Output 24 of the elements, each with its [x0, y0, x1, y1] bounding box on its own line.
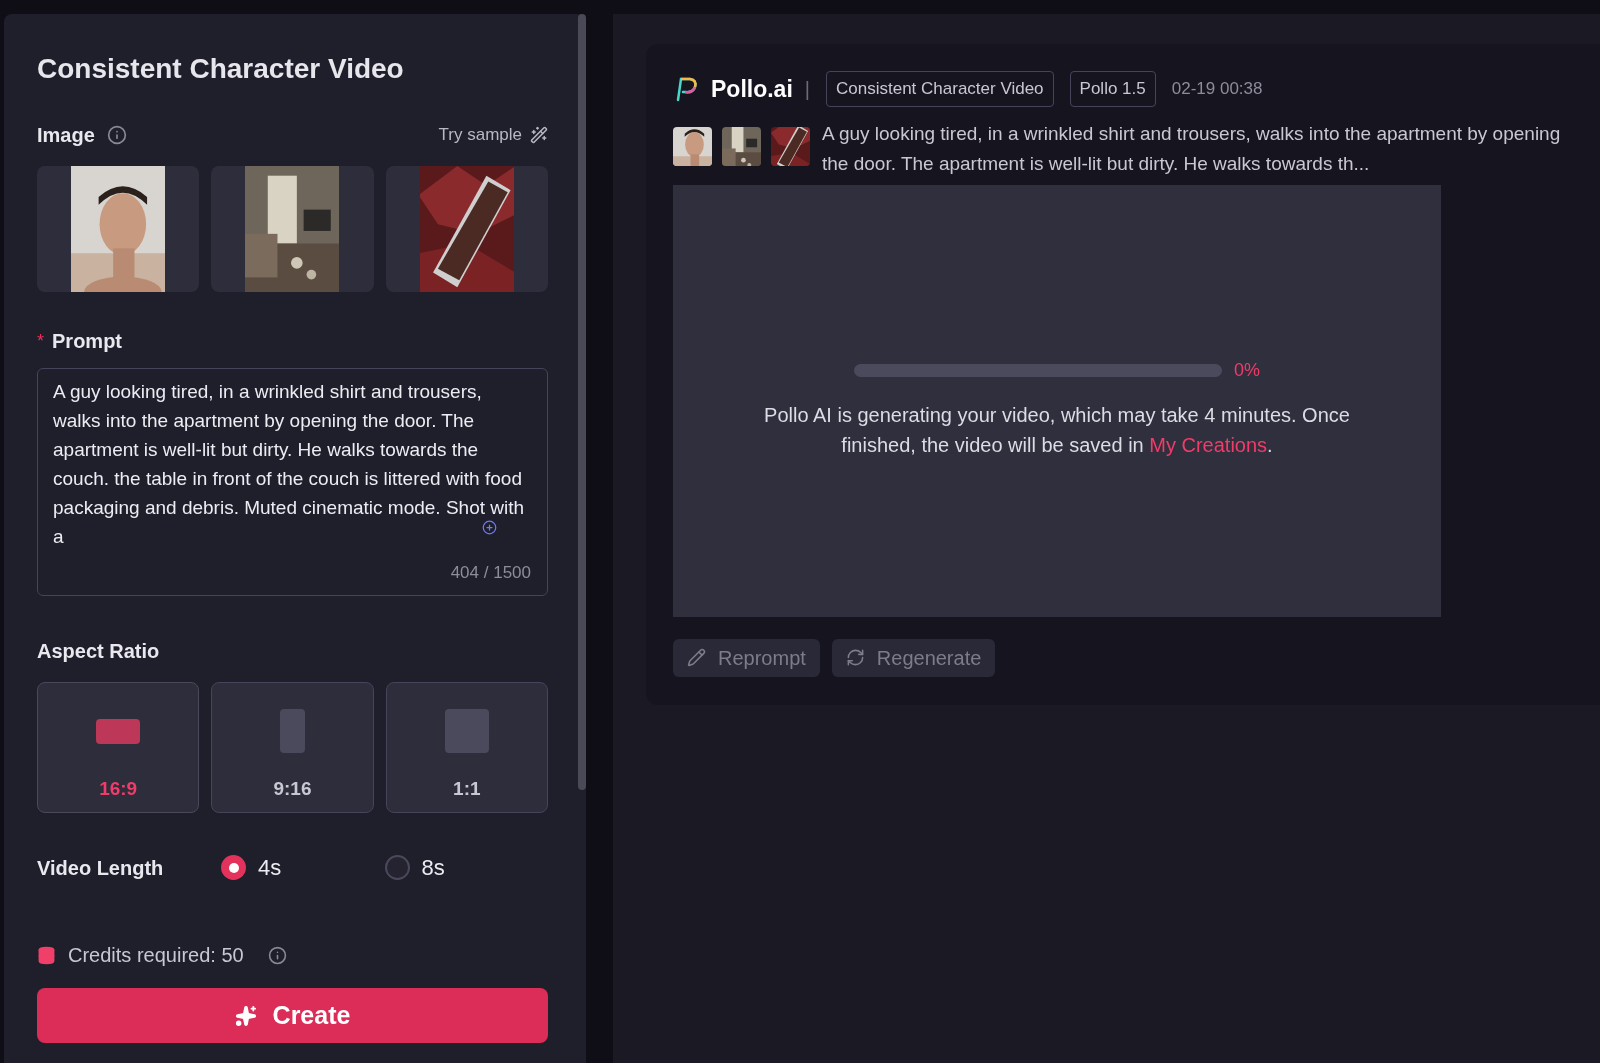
brand-name: Pollo.ai	[711, 74, 793, 104]
timestamp: 02-19 00:38	[1171, 78, 1263, 100]
character-counter: 404 / 1500	[450, 561, 531, 584]
aspect-ratio-label: Aspect Ratio	[37, 640, 160, 662]
tag: Consistent Character Video	[826, 71, 1054, 107]
prompt-field[interactable]: A guy looking tired, in a wrinkled shirt and trousers, walks into the apartment by opening the door. The apartment is well-lit but dirty. He walks towards the couch. the table in front of the couch is littered with food packaging and debris. Muted cinematic mode. Shot with a 404 / 1500	[37, 368, 548, 596]
length-radio[interactable]: 8s	[384, 851, 548, 884]
aspect-ratio-option[interactable]: 9:16	[211, 682, 374, 813]
length-radio[interactable]: 4s	[221, 851, 385, 884]
required-mark: *	[37, 329, 44, 353]
aspect-ratio-option[interactable]: 16:9	[37, 682, 200, 813]
separator: |	[804, 76, 810, 102]
create-button[interactable]: Create	[37, 988, 548, 1043]
panel-title: Consistent Character Video	[37, 52, 405, 86]
prompt-label: Prompt	[52, 329, 122, 354]
video-length-label: Video Length	[37, 856, 164, 879]
try-sample-link[interactable]: Try sample	[438, 122, 548, 148]
credits-text: Credits required: 50	[68, 943, 244, 968]
tag: Pollo 1.5	[1069, 71, 1156, 107]
image-label: Image	[37, 123, 95, 148]
prompt-description: A guy looking tired, in a wrinkled shirt and trousers, walks into the apartment by opening the door. The apartment is well-lit but dirty. He walks towards th...	[822, 121, 1562, 176]
status-message: Pollo AI is generating your video, which may take 4 minutes. Once finished, the video will be saved in My Creations.	[763, 402, 1351, 458]
progress-percent: 0%	[1234, 358, 1260, 382]
aspect-ratio-option[interactable]: 1:1	[385, 682, 548, 813]
